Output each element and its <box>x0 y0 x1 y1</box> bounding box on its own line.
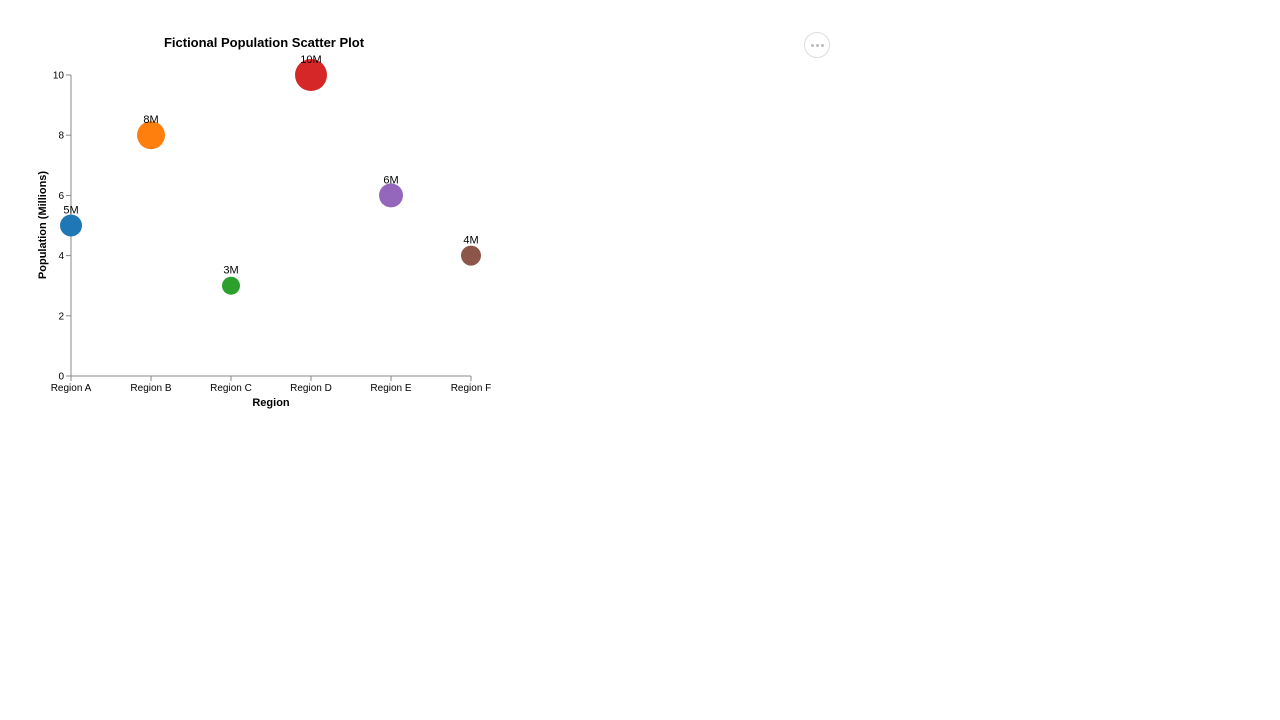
chart-container: Fictional Population Scatter Plot 0 2 4 6 8 1… <box>0 0 1280 720</box>
data-point[interactable] <box>222 276 240 295</box>
x-axis-title: Region <box>252 397 290 409</box>
data-point[interactable] <box>379 183 403 208</box>
chart-actions-button[interactable] <box>804 32 830 58</box>
y-tick-label: 6 <box>58 191 64 202</box>
x-tick-label: Region A <box>51 383 92 394</box>
data-label: 6M <box>383 174 398 186</box>
data-label: 4M <box>463 235 478 247</box>
data-points <box>60 59 481 295</box>
x-tick-label: Region B <box>130 383 171 394</box>
chart-title: Fictional Population Scatter Plot <box>164 35 365 50</box>
y-axis-title: Population (Millions) <box>37 171 49 279</box>
data-point[interactable] <box>461 245 481 266</box>
data-label: 8M <box>143 114 158 126</box>
x-tick-label: Region D <box>290 383 332 394</box>
x-tick-label: Region C <box>210 383 252 394</box>
y-tick-label: 0 <box>58 372 64 383</box>
more-horizontal-icon <box>810 43 825 47</box>
y-tick-label: 10 <box>53 71 65 82</box>
x-axis-ticks: Region A Region B Region C Region D Region E… <box>51 376 492 394</box>
data-label: 3M <box>223 265 238 277</box>
y-tick-label: 4 <box>58 251 64 262</box>
data-label: 5M <box>63 205 78 217</box>
y-tick-label: 2 <box>58 311 64 322</box>
y-tick-label: 8 <box>58 131 64 142</box>
x-tick-label: Region F <box>451 383 492 394</box>
scatter-chart: Fictional Population Scatter Plot 0 2 4 6 8 1… <box>37 35 492 409</box>
data-label: 10M <box>300 54 321 66</box>
data-point[interactable] <box>60 214 82 237</box>
x-tick-label: Region E <box>370 383 411 394</box>
data-labels: 5M 8M 3M 10M 6M 4M <box>63 54 478 277</box>
